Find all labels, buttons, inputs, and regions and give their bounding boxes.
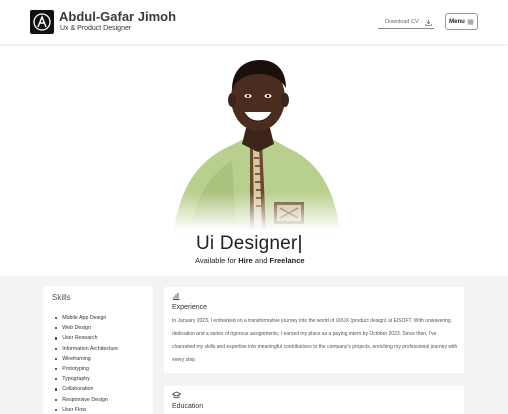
availability-prefix: Available for [195,256,239,265]
logo-icon[interactable] [30,10,54,34]
role-title: Ui Designer| [196,233,303,255]
role-text: Ui Designer [196,233,298,254]
skill-item: Wireframing [55,354,118,364]
graduation-cap-icon [172,391,181,399]
skill-item: Responsive Design [55,395,118,405]
skills-card: Skills Mobile App Design Web Design User… [43,286,153,414]
skill-item: Mobile App Design [55,313,118,323]
availability-connector: and [252,256,270,265]
download-cv-label: Download CV [385,19,419,25]
menu-button[interactable]: Menu [445,13,478,30]
profile-photo [170,58,345,230]
hamburger-icon [467,19,474,24]
skill-item: Prototyping [55,364,118,374]
skill-item: User Research [55,333,118,343]
experience-card: Experience In January 2023, I embarked o… [164,287,464,373]
download-cv-link[interactable]: Download CV [378,16,434,29]
site-header: Abdul-Gafar Jimoh Ux & Product Designer … [0,0,508,44]
skill-item: Web Design [55,323,118,333]
typing-caret: | [297,233,303,254]
skills-title: Skills [52,293,71,302]
experience-title: Experience [172,304,208,311]
skill-item: Collaboration [55,384,118,394]
education-card: Education [164,386,464,414]
hero-section: Ui Designer| Available for Hire and Free… [0,44,508,276]
skill-item: User Flow [55,405,118,414]
brand-name: Abdul-Gafar Jimoh [59,9,177,24]
availability-hire: Hire [238,256,253,265]
skill-item: Typography [55,374,118,384]
availability-freelance: Freelance [269,256,305,265]
menu-label: Menu [449,18,465,25]
skill-item: Information Architecture [55,344,118,354]
education-title: Education [172,403,204,410]
download-icon [425,19,432,26]
skills-list: Mobile App Design Web Design User Resear… [55,313,118,414]
availability-text: Available for Hire and Freelance [195,256,305,265]
experience-text: In January 2023, I embarked on a transfo… [172,318,458,363]
bar-chart-icon [173,293,180,300]
brand-subtitle: Ux & Product Designer [60,25,132,32]
